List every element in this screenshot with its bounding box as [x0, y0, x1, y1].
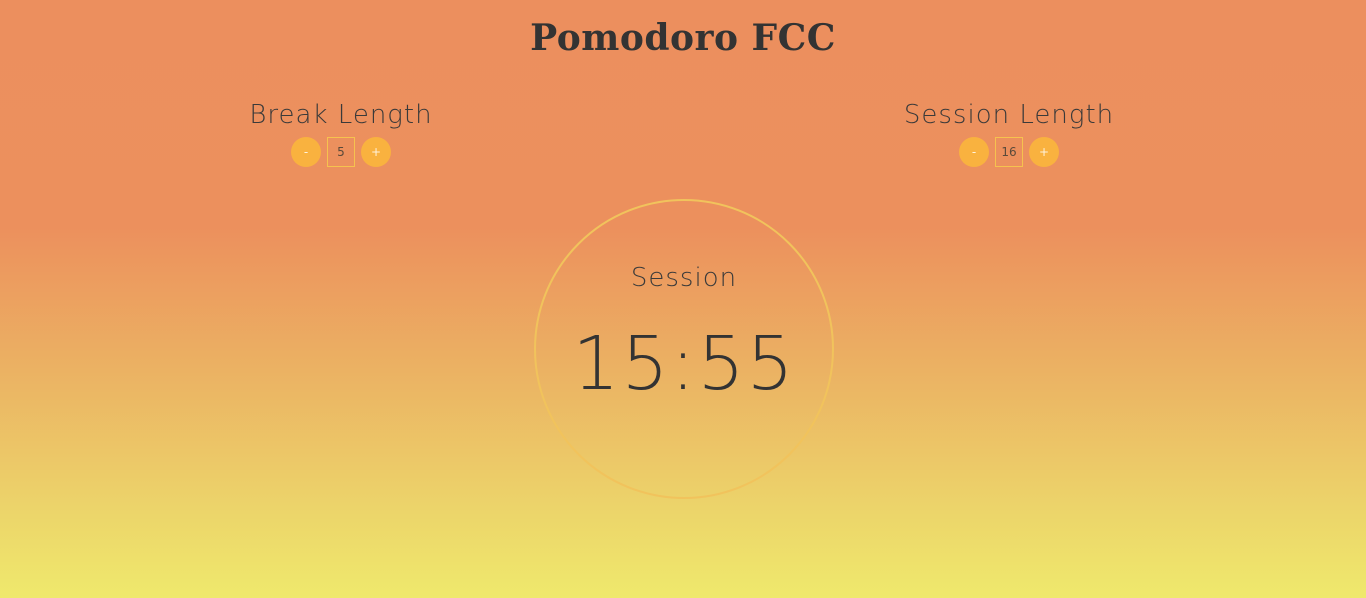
break-increment-button[interactable]: + — [361, 137, 391, 167]
break-decrement-button[interactable]: - — [291, 137, 321, 167]
break-length-control: Break Length - 5 + — [181, 98, 501, 167]
timer-countdown: 15:55 — [572, 321, 796, 407]
break-length-value: 5 — [327, 137, 355, 167]
session-length-label: Session Length — [903, 100, 1115, 130]
session-increment-button[interactable]: + — [1029, 137, 1059, 167]
page-title: Pomodoro FCC — [530, 17, 836, 59]
session-length-control: Session Length - 16 + — [849, 98, 1169, 167]
timer-circle[interactable]: Session 15:55 — [534, 199, 834, 499]
timer-mode-label: Session — [630, 263, 738, 293]
session-decrement-button[interactable]: - — [959, 137, 989, 167]
session-length-stepper: - 16 + — [849, 137, 1169, 167]
break-length-stepper: - 5 + — [181, 137, 501, 167]
break-length-label: Break Length — [249, 100, 433, 130]
session-length-value: 16 — [995, 137, 1023, 167]
